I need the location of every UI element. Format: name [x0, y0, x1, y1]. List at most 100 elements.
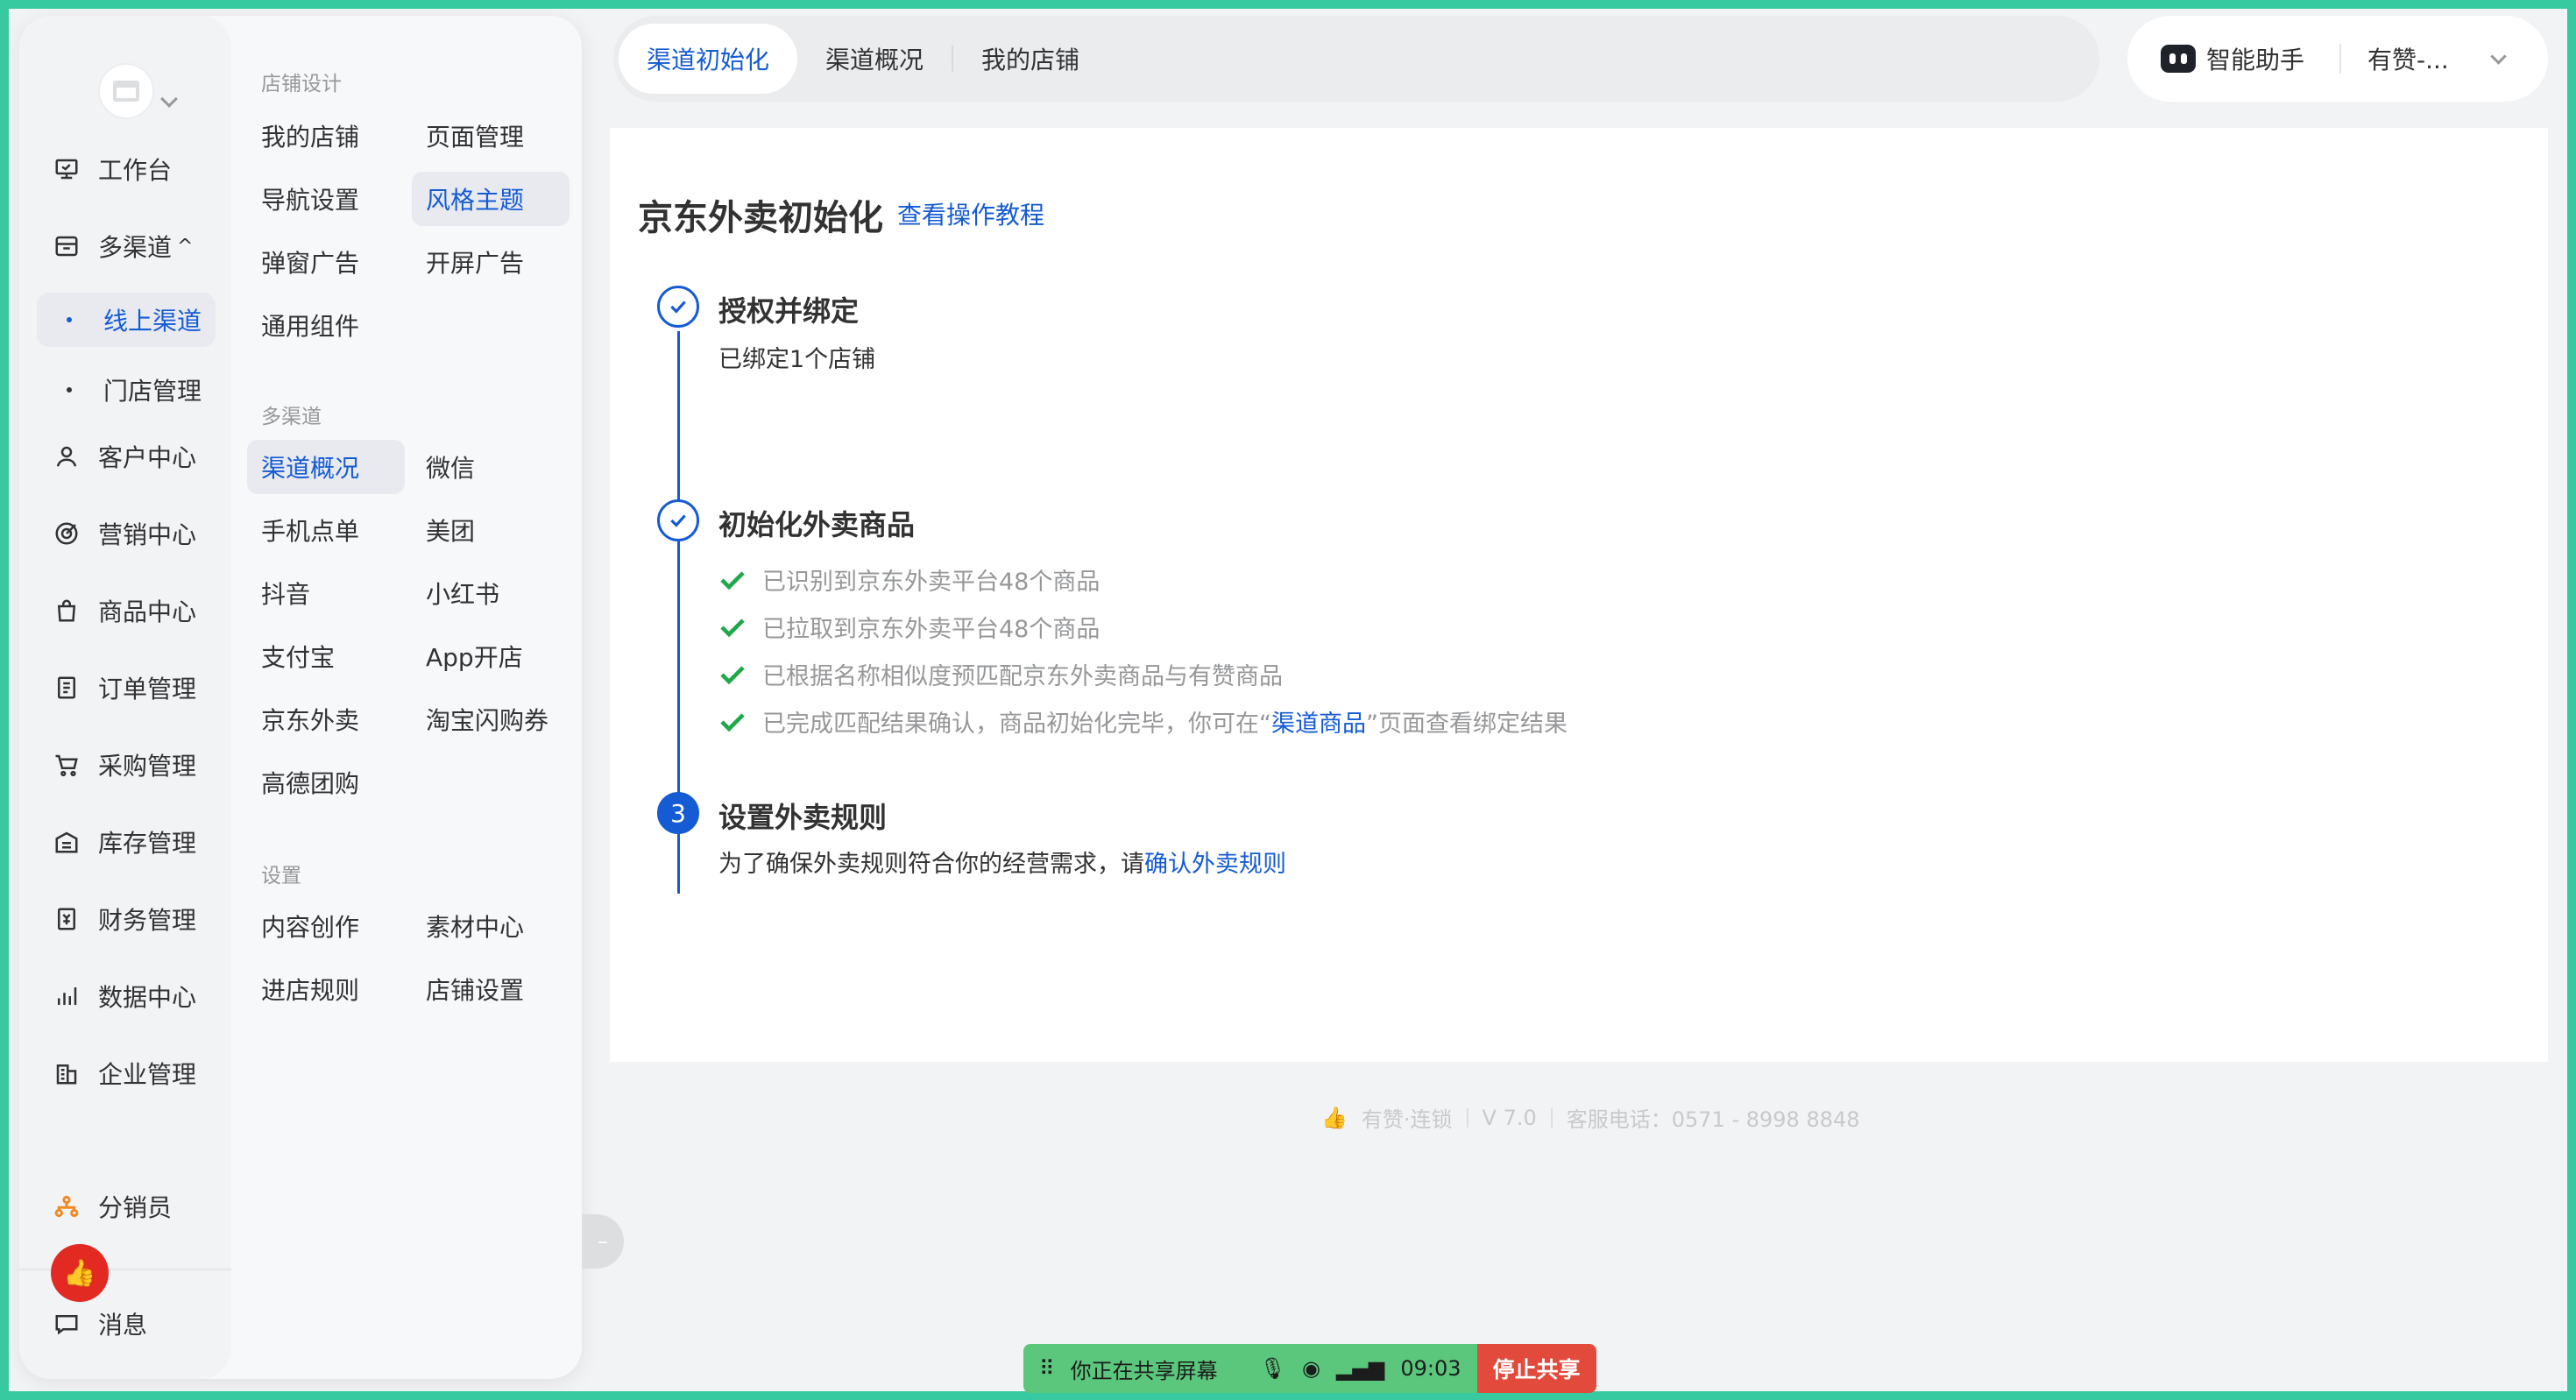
- thumbs-up-icon: 👍: [1321, 1105, 1348, 1130]
- footer-phone: 客服电话：0571 - 8998 8848: [1566, 1107, 1860, 1132]
- menu-xiaohongshu[interactable]: 小红书: [412, 566, 570, 620]
- menu-material-center[interactable]: 素材中心: [412, 899, 570, 953]
- step-description: 已绑定1个店铺: [718, 346, 876, 373]
- robot-icon[interactable]: [2161, 45, 2196, 73]
- nav-multi-channel[interactable]: 多渠道 ^: [37, 219, 216, 273]
- nav-enterprise-management[interactable]: 企业管理: [37, 1046, 216, 1100]
- nav-label: 客户中心: [98, 443, 197, 472]
- nav-label: 多渠道: [98, 233, 173, 262]
- bar-chart-icon: [53, 982, 81, 1010]
- nav-finance-management[interactable]: 财务管理: [37, 892, 216, 946]
- nav-marketing-center[interactable]: 营销中心: [37, 506, 216, 561]
- workbench-icon: [53, 155, 81, 183]
- nav-product-center[interactable]: 商品中心: [37, 583, 216, 638]
- nav-label: 库存管理: [98, 829, 197, 858]
- check-item: 已识别到京东外卖平台48个商品: [718, 562, 1100, 597]
- header-actions: 智能助手 有赞-...: [2127, 16, 2548, 102]
- bullet-icon: [67, 317, 72, 322]
- check-icon: [720, 665, 745, 684]
- menu-taobao-flash-coupon[interactable]: 淘宝闪购券: [412, 692, 570, 746]
- tutorial-link[interactable]: 查看操作教程: [897, 196, 1044, 231]
- divider: [1550, 1107, 1553, 1128]
- step-number-badge: 3: [657, 792, 699, 834]
- menu-navigation-settings[interactable]: 导航设置: [247, 172, 405, 226]
- nav-order-management[interactable]: 订单管理: [37, 661, 216, 715]
- signal-icon: ▂▄▆: [1336, 1356, 1385, 1381]
- warehouse-icon: [53, 828, 81, 856]
- nav-online-channel[interactable]: 线上渠道: [37, 293, 216, 347]
- distributor-icon: [53, 1192, 81, 1220]
- nav-distributor[interactable]: 分销员: [37, 1179, 216, 1234]
- menu-douyin[interactable]: 抖音: [247, 566, 405, 620]
- mic-muted-icon[interactable]: 🎙: [1260, 1356, 1286, 1381]
- chevron-down-icon[interactable]: [2490, 47, 2507, 65]
- nav-messages[interactable]: 消息: [37, 1297, 216, 1351]
- menu-mobile-order[interactable]: 手机点单: [247, 503, 405, 557]
- document-icon: [53, 674, 81, 702]
- footer-brand: 有赞·连锁: [1361, 1107, 1453, 1132]
- account-switcher[interactable]: 有赞-...: [2367, 41, 2449, 76]
- menu-entry-rules[interactable]: 进店规则: [247, 962, 405, 1016]
- stop-sharing-button[interactable]: 停止共享: [1476, 1344, 1596, 1393]
- menu-content-creation[interactable]: 内容创作: [247, 899, 405, 953]
- menu-jd-takeaway[interactable]: 京东外卖: [247, 692, 405, 746]
- menu-style-theme[interactable]: 风格主题: [412, 172, 570, 226]
- chevron-up-icon: ^: [177, 235, 194, 258]
- check-item: 已完成匹配结果确认，商品初始化完毕，你可在“ 渠道商品 ”页面查看绑定结果: [718, 704, 1568, 739]
- step-connector: [677, 561, 680, 894]
- record-icon: ◉: [1302, 1356, 1320, 1381]
- check-text: 已完成匹配结果确认，商品初始化完毕，你可在“: [762, 711, 1271, 738]
- tab-bar: 渠道初始化 渠道概况 我的店铺: [613, 16, 2099, 102]
- menu-channel-overview[interactable]: 渠道概况: [247, 440, 405, 494]
- drag-handle-icon[interactable]: ⠿: [1039, 1356, 1055, 1381]
- step-description: 为了确保外卖规则符合你的经营需求，请确认外卖规则: [718, 845, 1286, 879]
- finance-icon: [53, 905, 81, 933]
- nav-purchase-management[interactable]: 采购管理: [37, 738, 216, 792]
- menu-page-management[interactable]: 页面管理: [412, 109, 570, 163]
- menu-amap-group-buy[interactable]: 高德团购: [247, 755, 405, 810]
- assistant-button[interactable]: 智能助手: [2206, 41, 2304, 76]
- section-title: 设置: [261, 865, 301, 887]
- store-avatar[interactable]: [98, 63, 154, 119]
- nav-data-center[interactable]: 数据中心: [37, 969, 216, 1023]
- menu-meituan[interactable]: 美团: [412, 503, 570, 557]
- menu-wechat[interactable]: 微信: [412, 440, 570, 494]
- share-label: 你正在共享屏幕: [1070, 1358, 1218, 1383]
- check-item: 已拉取到京东外卖平台48个商品: [718, 610, 1100, 644]
- share-timer: 09:03: [1400, 1356, 1461, 1381]
- menu-common-components[interactable]: 通用组件: [247, 298, 405, 352]
- thumbs-up-icon[interactable]: 👍: [51, 1244, 109, 1302]
- step-done-icon: [657, 286, 699, 328]
- menu-app-store[interactable]: App开店: [412, 629, 570, 683]
- nav-label: 订单管理: [98, 675, 197, 704]
- top-edge-hint: [2217, 0, 2480, 5]
- nav-inventory-management[interactable]: 库存管理: [37, 815, 216, 869]
- menu-store-settings[interactable]: 店铺设置: [412, 962, 570, 1016]
- user-icon: [53, 442, 81, 470]
- message-icon: [53, 1310, 81, 1338]
- nav-workbench[interactable]: 工作台: [37, 142, 216, 196]
- description-text: 为了确保外卖规则符合你的经营需求，请: [718, 851, 1144, 878]
- divider: [1466, 1107, 1468, 1128]
- check-text: ”页面查看绑定结果: [1366, 711, 1568, 738]
- step-title: 授权并绑定: [718, 294, 860, 328]
- menu-my-store[interactable]: 我的店铺: [247, 109, 405, 163]
- check-icon: [720, 712, 745, 732]
- target-icon: [53, 520, 81, 548]
- nav-customer-center[interactable]: 客户中心: [37, 429, 216, 484]
- tab-channel-init[interactable]: 渠道初始化: [619, 24, 798, 94]
- menu-popup-ads[interactable]: 弹窗广告: [247, 235, 405, 289]
- section-title: 多渠道: [261, 406, 322, 428]
- menu-alipay[interactable]: 支付宝: [247, 629, 405, 683]
- check-text: 已根据名称相似度预匹配京东外卖商品与有赞商品: [762, 663, 1283, 690]
- collapse-sidebar-button[interactable]: –: [582, 1214, 624, 1269]
- confirm-rules-link[interactable]: 确认外卖规则: [1144, 851, 1286, 878]
- menu-splash-ads[interactable]: 开屏广告: [412, 235, 570, 289]
- nav-label: 消息: [98, 1311, 148, 1340]
- tab-channel-overview[interactable]: 渠道概况: [797, 24, 952, 94]
- nav-store-management[interactable]: 门店管理: [37, 363, 216, 417]
- tab-my-store[interactable]: 我的店铺: [953, 24, 1108, 94]
- step-title: 设置外卖规则: [718, 801, 888, 834]
- channel-products-link[interactable]: 渠道商品: [1271, 704, 1366, 739]
- nav-label: 数据中心: [98, 983, 197, 1012]
